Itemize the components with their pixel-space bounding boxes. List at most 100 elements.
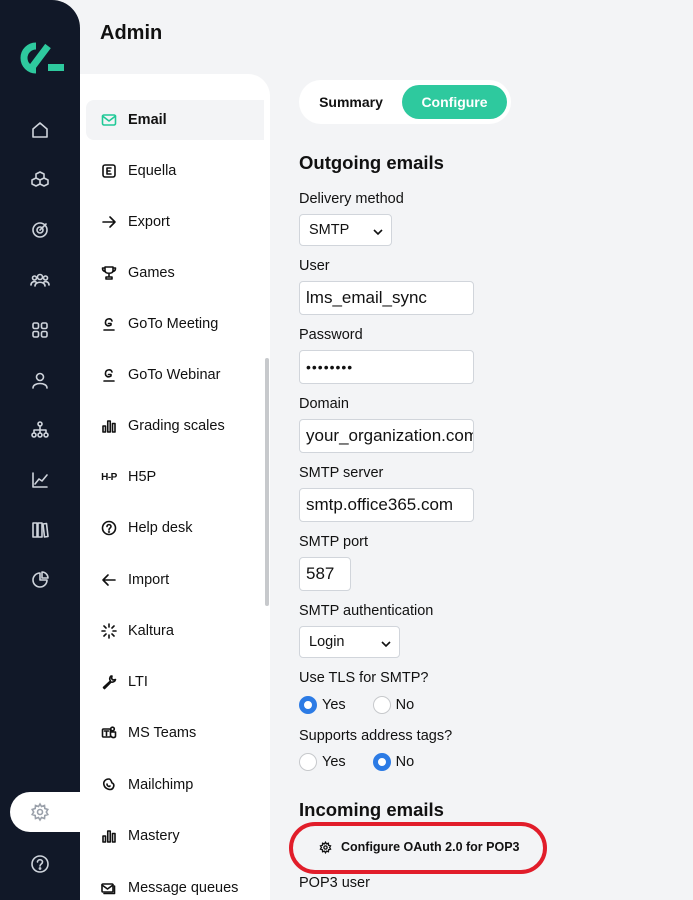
nav-scrollbar[interactable]	[265, 358, 269, 606]
nav-item-label: Kaltura	[128, 623, 174, 639]
tab-configure[interactable]: Configure	[402, 85, 507, 119]
nav-item-label: LTI	[128, 674, 148, 690]
nav-item-label: Games	[128, 265, 175, 281]
domain-label: Domain	[299, 396, 349, 412]
nav-item-label: H5P	[128, 469, 157, 485]
smtp-auth-label: SMTP authentication	[299, 603, 434, 619]
highlight-annotation	[289, 822, 547, 874]
tls-yes-label: Yes	[322, 697, 346, 713]
page-title: Admin	[100, 22, 163, 44]
nav-item-export[interactable]: Export	[86, 202, 264, 242]
nav-item-games[interactable]: Games	[86, 253, 264, 293]
address-tags-no-radio[interactable]	[372, 753, 391, 771]
user-field[interactable]: lms_email_sync	[299, 281, 474, 315]
address-tags-no-label: No	[395, 754, 415, 770]
nav-item-equella[interactable]: Equella	[86, 151, 264, 191]
smtp-port-label: SMTP port	[299, 534, 369, 550]
delivery-method-label: Delivery method	[299, 191, 404, 207]
nav-item-label: Message queues	[128, 880, 239, 896]
user-label: User	[299, 258, 330, 274]
queue-icon	[100, 879, 118, 897]
logo[interactable]	[14, 40, 66, 76]
pie-chart-icon[interactable]	[28, 568, 52, 592]
smtp-port-field[interactable]: 587	[299, 557, 351, 591]
bars-icon	[100, 827, 118, 845]
nav-item-label: MS Teams	[128, 725, 197, 741]
home-icon[interactable]	[28, 118, 52, 142]
org-chart-icon[interactable]	[28, 418, 52, 442]
password-label: Password	[299, 327, 363, 343]
arrow-right-icon	[100, 213, 118, 231]
nav-item-mastery[interactable]: Mastery	[86, 816, 264, 856]
kaltura-icon	[100, 622, 118, 640]
grid-icon[interactable]	[28, 318, 52, 342]
nav-item-goto-meeting[interactable]: GoTo Meeting	[86, 304, 264, 344]
password-field[interactable]: ••••••••	[299, 350, 474, 384]
question-icon	[100, 519, 118, 537]
outgoing-emails-heading: Outgoing emails	[299, 152, 444, 173]
nav-item-label: Grading scales	[128, 418, 225, 434]
smtp-auth-select[interactable]: Login	[299, 626, 400, 658]
chevron-down-icon	[381, 637, 391, 648]
address-tags-yes-radio[interactable]	[299, 753, 317, 771]
nav-item-kaltura[interactable]: Kaltura	[86, 611, 264, 651]
nav-item-label: Equella	[128, 163, 177, 179]
settings-icon	[31, 802, 49, 822]
nav-item-email[interactable]: Email	[86, 100, 264, 140]
cubes-icon[interactable]	[28, 168, 52, 192]
tls-radio-group: Yes No	[299, 696, 441, 714]
nav-item-grading-scales[interactable]: Grading scales	[86, 406, 264, 446]
admin-nav-panel: Email Equella Export Games GoTo Meeting …	[80, 74, 270, 900]
user-icon[interactable]	[28, 368, 52, 392]
tls-no-label: No	[395, 697, 415, 713]
tls-label: Use TLS for SMTP?	[299, 670, 429, 686]
nav-item-message-queues[interactable]: Message queues	[86, 868, 264, 900]
delivery-method-select[interactable]: SMTP	[299, 214, 392, 246]
nav-item-label: Export	[128, 214, 170, 230]
target-icon[interactable]	[28, 218, 52, 242]
view-tabs: Summary Configure	[299, 80, 511, 124]
pop3-user-label: POP3 user	[299, 875, 370, 891]
delivery-method-value: SMTP	[309, 222, 350, 238]
goto-icon	[100, 315, 118, 333]
domain-field[interactable]: your_organization.com	[299, 419, 474, 453]
tls-yes-radio[interactable]	[299, 696, 317, 714]
smtp-auth-value: Login	[309, 634, 345, 650]
nav-item-label: Mailchimp	[128, 777, 194, 793]
bars-icon	[100, 417, 118, 435]
equella-icon	[100, 162, 118, 180]
settings-nav-active[interactable]	[10, 792, 90, 832]
nav-item-label: Email	[128, 112, 167, 128]
nav-item-help-desk[interactable]: Help desk	[86, 508, 264, 548]
nav-item-label: GoTo Meeting	[128, 316, 219, 332]
smtp-server-label: SMTP server	[299, 465, 384, 481]
nav-item-lti[interactable]: LTI	[86, 662, 264, 702]
trend-chart-icon[interactable]	[28, 468, 52, 492]
nav-item-h5p[interactable]: H-P H5P	[86, 457, 264, 497]
address-tags-label: Supports address tags?	[299, 728, 453, 744]
tls-no-radio[interactable]	[372, 696, 391, 714]
nav-item-label: Import	[128, 572, 170, 588]
arrow-left-icon	[100, 571, 118, 589]
goto-icon	[100, 366, 118, 384]
nav-item-label: Help desk	[128, 520, 193, 536]
mailchimp-icon	[100, 776, 118, 794]
nav-item-goto-webinar[interactable]: GoTo Webinar	[86, 355, 264, 395]
mail-icon	[100, 111, 118, 129]
nav-item-mailchimp[interactable]: Mailchimp	[86, 765, 264, 805]
trophy-icon	[100, 264, 118, 282]
help-icon[interactable]	[28, 852, 52, 876]
address-tags-radio-group: Yes No	[299, 753, 441, 771]
h5p-icon: H-P	[101, 471, 117, 483]
library-icon[interactable]	[28, 518, 52, 542]
nav-item-label: GoTo Webinar	[128, 367, 221, 383]
nav-item-import[interactable]: Import	[86, 560, 264, 600]
incoming-emails-heading: Incoming emails	[299, 799, 444, 820]
wrench-icon	[100, 673, 118, 691]
smtp-server-field[interactable]: smtp.office365.com	[299, 488, 474, 522]
users-icon[interactable]	[28, 268, 52, 292]
chevron-down-icon	[373, 225, 383, 236]
nav-item-ms-teams[interactable]: MS Teams	[86, 713, 264, 753]
nav-item-label: Mastery	[128, 828, 180, 844]
tab-summary[interactable]: Summary	[303, 85, 399, 119]
